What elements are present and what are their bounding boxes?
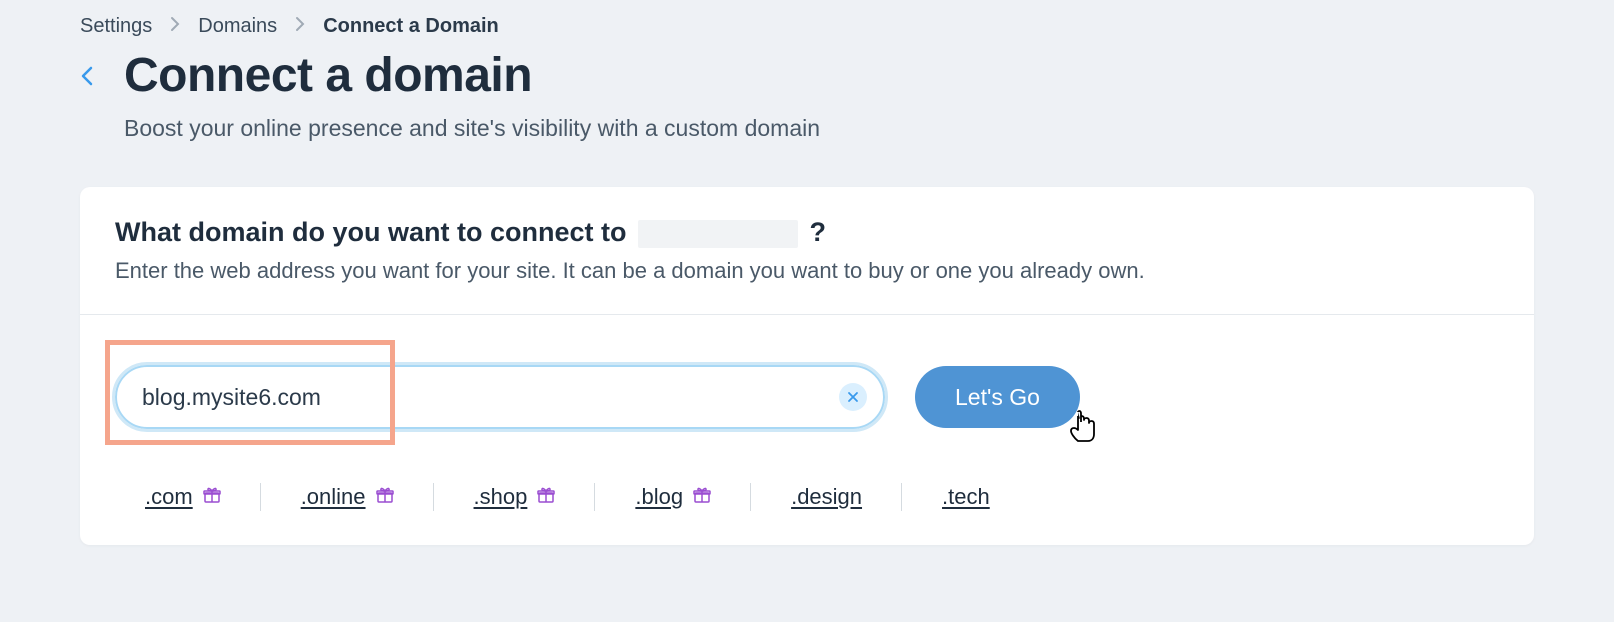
tld-label: .shop bbox=[474, 484, 528, 510]
tld-shop[interactable]: .shop bbox=[434, 484, 596, 510]
page-header: Connect a domain Boost your online prese… bbox=[80, 48, 1534, 142]
tld-label: .com bbox=[145, 484, 193, 510]
divider bbox=[80, 314, 1534, 315]
tld-com[interactable]: .com bbox=[145, 484, 261, 510]
tld-tech[interactable]: .tech bbox=[902, 484, 1030, 510]
lets-go-label: Let's Go bbox=[955, 384, 1040, 410]
close-icon bbox=[847, 391, 859, 403]
page-title: Connect a domain bbox=[124, 48, 820, 103]
domain-input-row: Let's Go bbox=[115, 365, 1499, 429]
tld-label: .online bbox=[301, 484, 366, 510]
gift-icon bbox=[376, 486, 394, 509]
tld-label: .design bbox=[791, 484, 862, 510]
gift-icon bbox=[203, 486, 221, 509]
breadcrumb-domains[interactable]: Domains bbox=[198, 15, 277, 38]
tld-label: .tech bbox=[942, 484, 990, 510]
lets-go-button[interactable]: Let's Go bbox=[915, 366, 1080, 428]
tld-design[interactable]: .design bbox=[751, 484, 902, 510]
gift-icon bbox=[693, 486, 711, 509]
breadcrumb-connect-domain: Connect a Domain bbox=[323, 15, 499, 38]
tld-blog[interactable]: .blog bbox=[595, 484, 751, 510]
back-arrow-icon[interactable] bbox=[80, 48, 94, 94]
card-subheading: Enter the web address you want for your … bbox=[115, 258, 1499, 284]
gift-icon bbox=[537, 486, 555, 509]
chevron-right-icon bbox=[170, 16, 180, 37]
domain-input-wrapper bbox=[115, 365, 885, 429]
breadcrumb-settings[interactable]: Settings bbox=[80, 15, 152, 38]
chevron-right-icon bbox=[295, 16, 305, 37]
card-heading-prefix: What domain do you want to connect to bbox=[115, 217, 626, 247]
breadcrumb: Settings Domains Connect a Domain bbox=[80, 15, 1534, 38]
cursor-pointer-icon bbox=[1068, 408, 1098, 450]
domain-card: What domain do you want to connect to ? … bbox=[80, 187, 1534, 545]
page-subtitle: Boost your online presence and site's vi… bbox=[124, 115, 820, 142]
card-heading: What domain do you want to connect to ? bbox=[115, 217, 1499, 248]
domain-input[interactable] bbox=[115, 365, 885, 429]
tld-label: .blog bbox=[635, 484, 683, 510]
tld-online[interactable]: .online bbox=[261, 484, 434, 510]
clear-input-button[interactable] bbox=[839, 383, 867, 411]
tld-suggestions: .com .online .shop .blog .design bbox=[115, 484, 1499, 510]
redacted-site-name bbox=[638, 220, 798, 248]
card-heading-suffix: ? bbox=[810, 217, 827, 247]
